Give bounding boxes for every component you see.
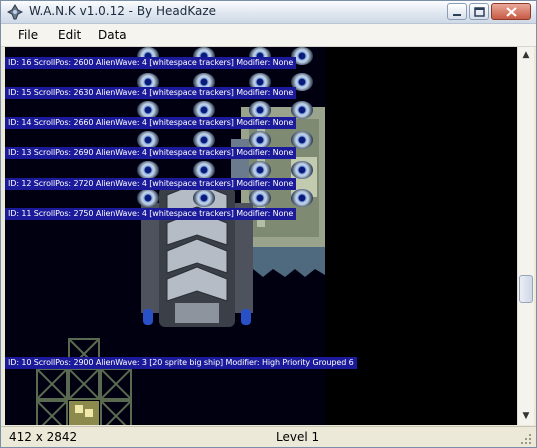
maximize-button[interactable] (469, 3, 489, 20)
alien-sprite (249, 161, 271, 179)
menu-data[interactable]: Data (98, 28, 127, 42)
wave-label[interactable]: ID: 13 ScrollPos: 2690 AlienWave: 4 [whi… (5, 147, 297, 159)
close-button[interactable] (491, 3, 531, 20)
vertical-scrollbar[interactable]: ▲ ▼ (517, 47, 534, 425)
alien-sprite (193, 189, 215, 207)
wave-label[interactable]: ID: 15 ScrollPos: 2630 AlienWave: 4 [whi… (5, 87, 297, 99)
window-title: W.A.N.K v1.0.12 - By HeadKaze (29, 4, 217, 18)
menu-bar: File Edit Data (1, 24, 536, 47)
alien-sprite (193, 161, 215, 179)
status-bar: 412 x 2842 Level 1 (1, 426, 536, 447)
minimize-button[interactable] (447, 3, 467, 20)
resize-grip-icon[interactable] (520, 433, 532, 445)
alien-sprite (137, 161, 159, 179)
alien-sprite (291, 189, 313, 207)
title-bar[interactable]: W.A.N.K v1.0.12 - By HeadKaze (1, 1, 536, 24)
app-window: W.A.N.K v1.0.12 - By HeadKaze File Edit … (0, 0, 537, 448)
status-level: Level 1 (276, 430, 320, 444)
scroll-down-arrow-icon[interactable]: ▼ (518, 408, 534, 424)
level-canvas[interactable]: ID: 16 ScrollPos: 2600 AlienWave: 4 [whi… (5, 47, 517, 425)
wave-label[interactable]: ID: 12 ScrollPos: 2720 AlienWave: 4 [whi… (5, 178, 297, 190)
app-ship-icon (7, 4, 23, 20)
minimize-icon (453, 14, 461, 16)
menu-file[interactable]: File (18, 28, 38, 42)
alien-sprite (291, 161, 313, 179)
close-icon (506, 7, 517, 17)
scroll-up-arrow-icon[interactable]: ▲ (518, 47, 534, 63)
wave-label[interactable]: ID: 11 ScrollPos: 2750 AlienWave: 4 [whi… (5, 208, 297, 220)
wave-label[interactable]: ID: 10 ScrollPos: 2900 AlienWave: 3 [20 … (5, 357, 357, 369)
maximize-icon (474, 7, 485, 17)
alien-sprite (137, 189, 159, 207)
status-map-size: 412 x 2842 (9, 430, 78, 444)
menu-edit[interactable]: Edit (58, 28, 81, 42)
alien-sprite (249, 189, 271, 207)
scroll-thumb[interactable] (519, 275, 533, 303)
wave-label[interactable]: ID: 16 ScrollPos: 2600 AlienWave: 4 [whi… (5, 57, 297, 69)
wave-label[interactable]: ID: 14 ScrollPos: 2660 AlienWave: 4 [whi… (5, 117, 297, 129)
